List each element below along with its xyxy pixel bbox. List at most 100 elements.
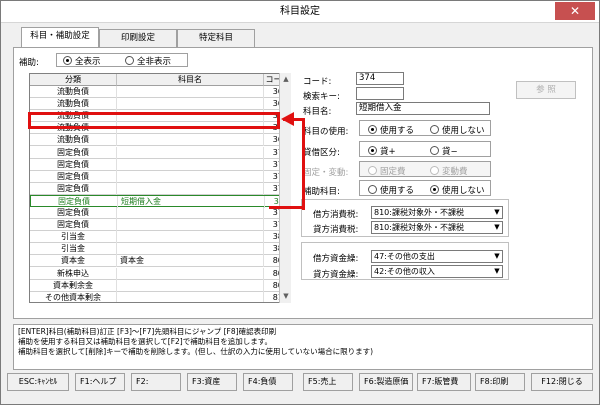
use-yes-radio[interactable]: 使用する: [368, 124, 414, 136]
row-category: 引当金: [30, 231, 117, 244]
search-key-label: 検索キー:: [303, 92, 340, 102]
esc-cancel-button[interactable]: ESC:ｷｬﾝｾﾙ: [7, 373, 69, 391]
tab-print-settings[interactable]: 印刷設定: [99, 29, 177, 47]
row-name: [117, 243, 264, 256]
table-row[interactable]: 流動負債363—: [30, 98, 290, 111]
table-row[interactable]: 新株申込804—: [30, 267, 290, 280]
search-key-input[interactable]: [356, 87, 404, 100]
table-row[interactable]: 固定負債375—: [30, 207, 290, 219]
f2-button[interactable]: F2:: [131, 373, 181, 391]
close-icon: ✕: [569, 4, 581, 18]
table-row[interactable]: 固定負債372—: [30, 170, 290, 183]
radio-selected-icon: [430, 185, 439, 194]
table-row[interactable]: 固定負債373—: [30, 182, 290, 195]
radio-unselected-icon: [430, 146, 439, 155]
row-name: [117, 182, 264, 195]
tab-account-settings[interactable]: 科目・補助設定: [21, 27, 99, 47]
hojo-filter-label: 補助:: [19, 58, 39, 68]
table-row[interactable]: その他資本剰余810—: [30, 291, 290, 302]
annotation-arrow-bottom: [269, 206, 305, 209]
grid-header-category[interactable]: 分類: [30, 74, 117, 86]
row-name: [117, 98, 264, 111]
credit-cashflow-select[interactable]: 42:その他の収入 ▼: [371, 265, 503, 278]
f3-assets-button[interactable]: F3:資産: [187, 373, 237, 391]
row-name: [117, 267, 264, 280]
window-title: 科目設定: [280, 6, 320, 17]
help-line: [ENTER]科目(補助科目)訂正 [F3]〜[F7]先頭科目にジャンプ [F8…: [18, 327, 277, 336]
sub-account-no-radio[interactable]: 使用しない: [430, 184, 485, 196]
row-category: 流動負債: [30, 86, 117, 98]
close-button[interactable]: ✕: [555, 2, 595, 20]
row-name: [117, 279, 264, 292]
hojo-show-all-radio[interactable]: 全表示: [63, 55, 101, 67]
chevron-down-icon: ▼: [494, 208, 500, 216]
row-name: [117, 146, 264, 159]
use-no-radio[interactable]: 使用しない: [430, 124, 485, 136]
table-row[interactable]: 流動負債362—: [30, 86, 290, 98]
balance-plus-radio[interactable]: 貸+: [368, 145, 396, 157]
radio-disabled-icon: [430, 166, 439, 175]
f1-help-button[interactable]: F1:ヘルプ: [75, 373, 125, 391]
code-input[interactable]: 374: [356, 72, 404, 85]
row-category: その他資本剰余: [30, 291, 117, 302]
credit-cashflow-label: 貸方資金繰:: [313, 270, 359, 280]
row-name: 資本金: [117, 255, 264, 268]
use-label: 科目の使用:: [303, 127, 349, 137]
table-row[interactable]: 引当金380—: [30, 231, 290, 244]
radio-disabled-icon: [368, 166, 377, 175]
account-name-input[interactable]: 短期借入金: [356, 102, 490, 115]
table-row[interactable]: 引当金381—: [30, 243, 290, 256]
table-row[interactable]: 固定負債370—: [30, 146, 290, 159]
sub-account-label: 補助科目:: [303, 187, 340, 197]
reference-button[interactable]: 参 照: [516, 81, 576, 99]
table-row[interactable]: 固定負債短期借入金374〇: [30, 194, 290, 208]
chevron-down-icon: ▼: [494, 252, 500, 260]
title-bar: 科目設定 ✕: [1, 1, 599, 23]
row-category: 新株申込: [30, 267, 117, 280]
radio-selected-icon: [368, 125, 377, 134]
grid-scrollbar[interactable]: ▲ ▼: [279, 73, 291, 303]
sub-account-yes-radio[interactable]: 使用する: [368, 184, 414, 196]
hojo-filter-group: 全表示 全非表示: [56, 53, 188, 67]
balance-option-group: 貸+ 貸−: [359, 141, 491, 157]
radio-selected-icon: [63, 56, 72, 65]
code-label: コード:: [303, 77, 332, 87]
radio-selected-icon: [368, 146, 377, 155]
f6-manufacturing-cost-button[interactable]: F6:製造原価: [359, 373, 413, 391]
row-name: [117, 219, 264, 232]
debit-tax-select[interactable]: 810:課税対象外・不課税 ▼: [371, 206, 503, 219]
tab-special-accounts[interactable]: 特定科目: [177, 29, 255, 47]
hojo-hide-all-radio[interactable]: 全非表示: [125, 55, 171, 67]
table-row[interactable]: 流動負債369—: [30, 134, 290, 147]
grid-header-name[interactable]: 科目名: [117, 74, 264, 86]
table-row[interactable]: 資本剰余金807—: [30, 279, 290, 292]
table-row[interactable]: 資本金資本金801〇: [30, 255, 290, 268]
row-name: [117, 231, 264, 244]
f8-print-button[interactable]: F8:印刷: [475, 373, 525, 391]
credit-tax-select[interactable]: 810:課税対象外・不課税 ▼: [371, 221, 503, 234]
f5-sales-button[interactable]: F5:売上: [303, 373, 353, 391]
table-row[interactable]: 固定負債371—: [30, 158, 290, 171]
debit-cashflow-select[interactable]: 47:その他の支出 ▼: [371, 250, 503, 263]
f4-liabilities-button[interactable]: F4:負債: [243, 373, 293, 391]
function-key-bar: ESC:ｷｬﾝｾﾙ F1:ヘルプ F2: F3:資産 F4:負債 F5:売上 F…: [1, 373, 600, 393]
table-row[interactable]: 固定負債376—: [30, 219, 290, 232]
scroll-down-icon[interactable]: ▼: [280, 290, 292, 302]
row-category: 固定負債: [30, 207, 117, 219]
f7-sga-button[interactable]: F7:販管費: [417, 373, 471, 391]
window: 科目設定 ✕ 科目・補助設定 印刷設定 特定科目 補助: 全表示 全非表示 分類…: [0, 0, 600, 405]
fixed-cost-radio[interactable]: 固定費: [368, 165, 406, 177]
use-option-group: 使用する 使用しない: [359, 120, 491, 136]
credit-tax-label: 貸方消費税:: [313, 225, 359, 235]
account-grid[interactable]: 分類 科目名 コード 使 流動負債362—流動負債363—流動負債365—流動負…: [29, 73, 291, 303]
row-category: 固定負債: [30, 182, 117, 195]
radio-unselected-icon: [125, 56, 134, 65]
chevron-down-icon: ▼: [494, 223, 500, 231]
scroll-up-icon[interactable]: ▲: [280, 73, 292, 85]
f12-close-button[interactable]: F12:閉じる: [531, 373, 593, 391]
row-category: 固定負債: [30, 170, 117, 183]
row-name: [117, 134, 264, 147]
balance-minus-radio[interactable]: 貸−: [430, 145, 458, 157]
row-category: 固定負債: [30, 146, 117, 159]
variable-cost-radio[interactable]: 変動費: [430, 165, 468, 177]
